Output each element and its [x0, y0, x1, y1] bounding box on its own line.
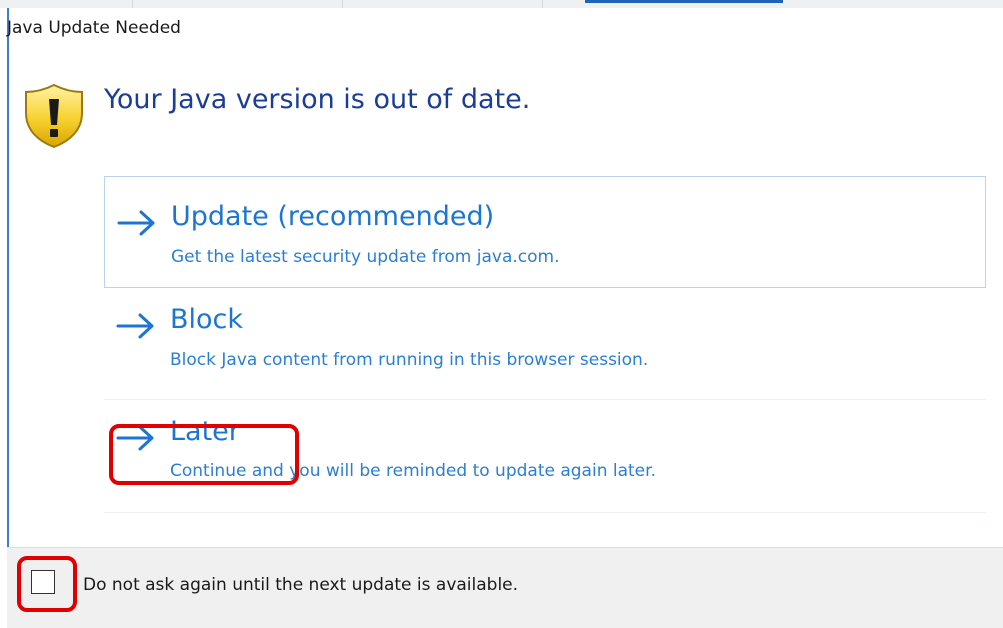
dialog-headline: Your Java version is out of date. — [104, 84, 531, 115]
later-option[interactable]: Later Continue and you will be reminded … — [104, 400, 986, 513]
later-option-description: Continue and you will be reminded to upd… — [170, 461, 656, 481]
block-option-description: Block Java content from running in this … — [170, 350, 649, 370]
dialog-title: Java Update Needed — [7, 18, 181, 38]
options-list: Update (recommended) Get the latest secu… — [104, 176, 986, 513]
update-option-description: Get the latest security update from java… — [171, 247, 560, 267]
arrow-right-icon — [116, 313, 154, 339]
background-tab — [133, 0, 343, 8]
arrow-right-icon — [116, 425, 154, 451]
update-option-label: Update (recommended) — [171, 201, 495, 232]
block-option[interactable]: Block Block Java content from running in… — [104, 288, 986, 400]
update-option[interactable]: Update (recommended) Get the latest secu… — [104, 176, 986, 288]
do-not-ask-label: Do not ask again until the next update i… — [83, 575, 519, 595]
background-tab — [0, 0, 133, 8]
background-tab — [343, 0, 543, 8]
warning-shield-icon — [25, 83, 83, 149]
background-accent-bar — [585, 0, 783, 3]
background-window-strip — [0, 0, 1003, 8]
arrow-right-icon — [117, 210, 155, 236]
block-option-label: Block — [170, 304, 244, 335]
do-not-ask-checkbox[interactable] — [31, 570, 55, 594]
later-option-label: Later — [170, 416, 240, 447]
